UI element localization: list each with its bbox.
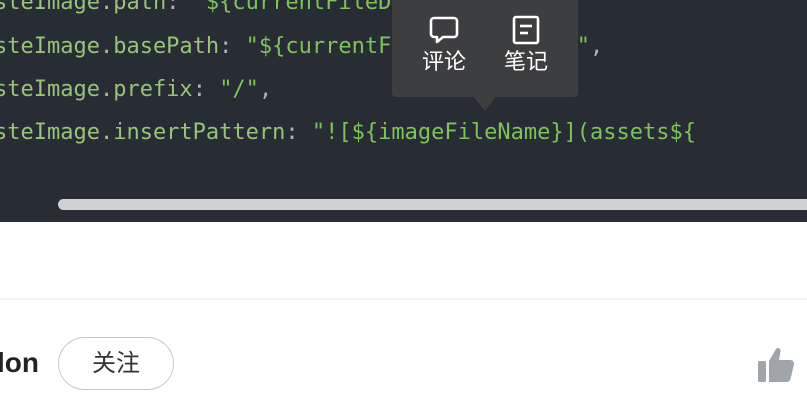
author-name[interactable]: lon	[0, 346, 39, 380]
section-divider	[0, 298, 807, 300]
comment-label: 评论	[421, 50, 466, 75]
note-label: 笔记	[503, 50, 548, 75]
horizontal-scrollbar[interactable]	[58, 199, 807, 210]
selection-tooltip: 评论 笔记	[392, 0, 578, 97]
speech-bubble-icon	[429, 16, 459, 44]
tooltip-arrow	[474, 97, 496, 111]
follow-button[interactable]: 关注	[58, 337, 174, 390]
like-button[interactable]	[756, 346, 796, 384]
code-line: steImage.prefix: "/",	[0, 77, 273, 102]
note-button[interactable]: 笔记	[496, 14, 556, 84]
note-icon	[512, 15, 540, 45]
comment-button[interactable]: 评论	[414, 14, 474, 84]
code-line: steImage.insertPattern: "![${imageFileNa…	[0, 120, 697, 145]
thumbs-up-icon	[758, 347, 794, 382]
